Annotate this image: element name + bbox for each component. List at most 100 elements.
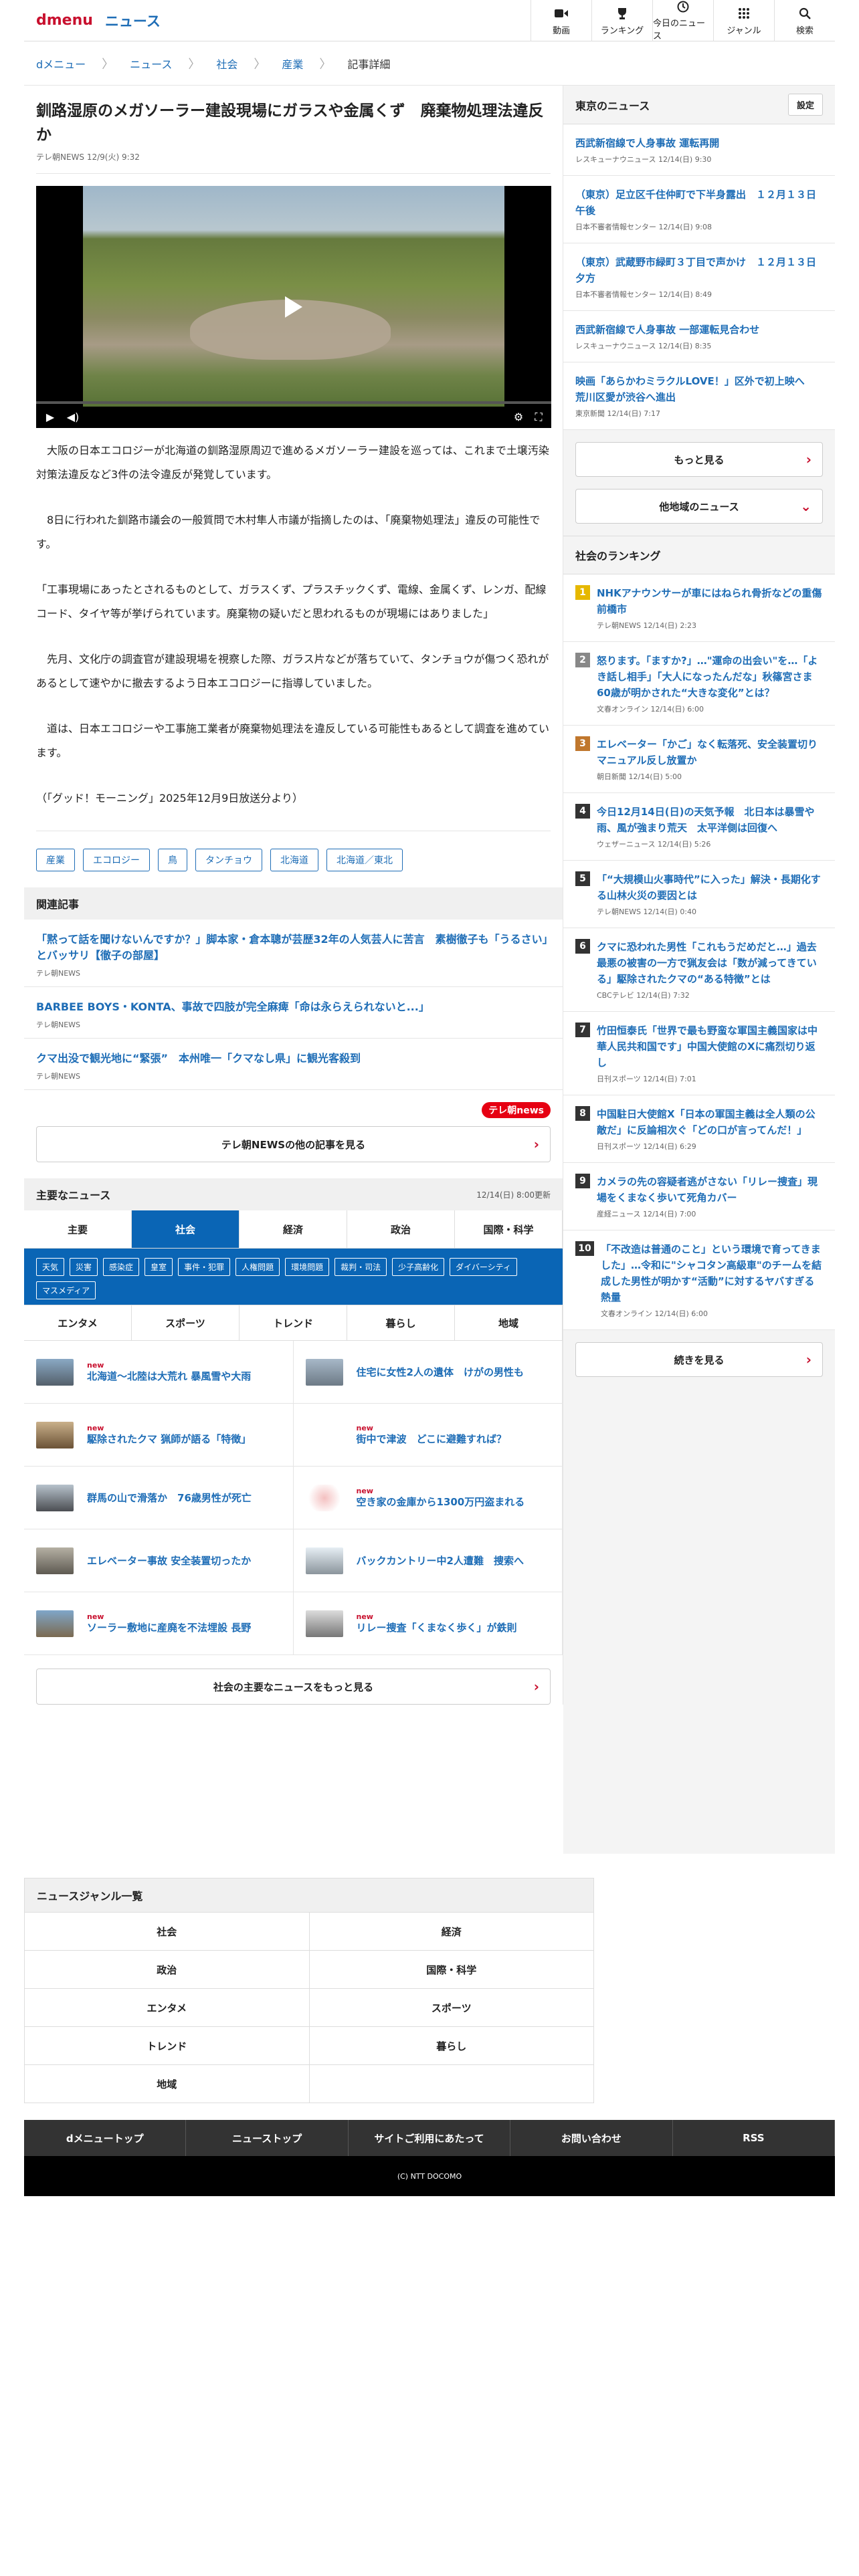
ranking-more-button[interactable]: 続きを見る ›	[575, 1342, 823, 1377]
other-region-button[interactable]: 他地域のニュース ⌄	[575, 489, 823, 524]
play-small-icon[interactable]: ▶	[43, 411, 58, 424]
breadcrumb-dmenu[interactable]: dメニュー	[36, 56, 86, 72]
play-icon[interactable]	[285, 296, 302, 318]
genre-entertainment[interactable]: エンタメ	[25, 1989, 310, 2027]
tag[interactable]: エコロジー	[83, 849, 150, 871]
news-item[interactable]: 住宅に女性2人の遺体 けがの男性も	[293, 1341, 563, 1404]
settings-icon[interactable]: ⚙	[511, 411, 526, 424]
breadcrumb-society[interactable]: 社会	[216, 56, 237, 72]
tab-international[interactable]: 国際・科学	[455, 1210, 563, 1248]
subtag[interactable]: ダイバーシティ	[450, 1258, 517, 1276]
news-title: 街中で津波 どこに避難すれば？	[356, 1433, 507, 1445]
tab-economy[interactable]: 経済	[240, 1210, 347, 1248]
related-item[interactable]: 「黙って話を聞けないんですか？」脚本家・倉本聰が芸歴32年の人気芸人に苦言 素樹…	[24, 920, 563, 987]
subtag[interactable]: 皇室	[145, 1258, 173, 1276]
genre-sports[interactable]: スポーツ	[309, 1989, 594, 2027]
footer-rss[interactable]: RSS	[673, 2120, 836, 2156]
news-item[interactable]: new 駆除されたクマ 猟師が語る「特徴」	[24, 1404, 294, 1467]
tag[interactable]: 北海道	[270, 849, 318, 871]
news-item[interactable]: 群馬の山で滑落か 76歳男性が死亡	[24, 1467, 294, 1529]
tab-trend[interactable]: トレンド	[240, 1305, 347, 1340]
nav-genre[interactable]: ジャンル	[713, 0, 774, 41]
breadcrumb-industry[interactable]: 産業	[282, 56, 303, 72]
news-item[interactable]: new 街中で津波 どこに避難すれば？	[293, 1404, 563, 1467]
video-player[interactable]: ▶ ◀) ⚙ ⛶	[36, 186, 551, 428]
fullscreen-icon[interactable]: ⛶	[531, 411, 546, 424]
genre-life[interactable]: 暮らし	[309, 2027, 594, 2065]
tokyo-news-item[interactable]: 西武新宿線で人身事故 一部運転見合わせ レスキューナウニュース 12/14(日) …	[563, 311, 835, 362]
subtag[interactable]: 事件・犯罪	[178, 1258, 231, 1276]
tab-politics[interactable]: 政治	[347, 1210, 455, 1248]
subtag[interactable]: 少子高齢化	[392, 1258, 445, 1276]
news-item[interactable]: new 空き家の金庫から1300万円盗まれる	[293, 1467, 563, 1529]
ranking-item[interactable]: 3 エレベーター「かご」なく転落死、安全装置切りマニュアル反し放置か 朝日新聞 12…	[563, 726, 835, 793]
ranking-item[interactable]: 8 中国駐日大使館X「日本の軍国主義は全人類の公敵だ」に反論相次ぐ「どの口が言って…	[563, 1095, 835, 1163]
ranking-item[interactable]: 2 怒ります。「ますか?」…"運命の出会い"を…「よき話し相手」「大人になったんだ…	[563, 642, 835, 726]
news-item[interactable]: エレベーター事故 安全装置切ったか	[24, 1529, 294, 1592]
nav-ranking[interactable]: ランキング	[591, 0, 652, 41]
footer-news-top[interactable]: ニューストップ	[186, 2120, 349, 2156]
tab-local[interactable]: 地域	[455, 1305, 563, 1340]
news-item[interactable]: new ソーラー敷地に産廃を不法埋設 長野	[24, 1592, 294, 1655]
footer-terms[interactable]: サイトご利用にあたって	[349, 2120, 511, 2156]
tag[interactable]: 北海道／東北	[326, 849, 403, 871]
tokyo-news-item[interactable]: （東京）武蔵野市緑町３丁目で声かけ １２月１３日夕方 日本不審者情報センター 12…	[563, 243, 835, 311]
dmenu-logo[interactable]: d menu ニュース	[36, 11, 161, 31]
ranking-item[interactable]: 9 カメラの先の容疑者逃がさない「リレー捜査」現場をくまなく歩いて死角カバー 産経ニ…	[563, 1163, 835, 1230]
ranking-item[interactable]: 7 竹田恒泰氏「世界で最も野蛮な軍国主義国家は中華人民共和国です」中国大使館のXに…	[563, 1012, 835, 1095]
ranking-item[interactable]: 1 NHKアナウンサーが車にはねられ骨折などの重傷 前橋市 テレ朝NEWS 12/1…	[563, 574, 835, 642]
genre-local[interactable]: 地域	[25, 2065, 310, 2103]
news-source: レスキューナウニュース 12/14(日) 9:30	[575, 155, 712, 164]
footer-dmenu-top[interactable]: dメニュートップ	[24, 2120, 187, 2156]
genre-politics[interactable]: 政治	[25, 1951, 310, 1989]
more-society-button[interactable]: 社会の主要なニュースをもっと見る ›	[36, 1669, 551, 1705]
genre-trend[interactable]: トレンド	[25, 2027, 310, 2065]
tab-society[interactable]: 社会	[132, 1210, 240, 1248]
volume-icon[interactable]: ◀)	[66, 411, 80, 424]
tab-life[interactable]: 暮らし	[347, 1305, 455, 1340]
breadcrumb: dメニュー〉 ニュース〉 社会〉 産業〉 記事詳細	[24, 41, 835, 86]
nav-today[interactable]: 今日のニュース	[652, 0, 713, 41]
nav-search[interactable]: 検索	[774, 0, 835, 41]
tag[interactable]: 産業	[36, 849, 75, 871]
tag[interactable]: タンチョウ	[195, 849, 262, 871]
ranking-title: 社会のランキング	[575, 550, 661, 562]
subtag[interactable]: マスメディア	[36, 1281, 96, 1299]
subtag[interactable]: 災害	[70, 1258, 98, 1276]
tag[interactable]: 鳥	[158, 849, 187, 871]
subtag[interactable]: 人権問題	[235, 1258, 280, 1276]
ranking-item[interactable]: 4 今日12月14日(日)の天気予報 北日本は暴雪や雨、風が強まり荒天 太平洋側は…	[563, 793, 835, 861]
subtag[interactable]: 裁判・司法	[335, 1258, 387, 1276]
news-item[interactable]: new 北海道～北陸は大荒れ 暴風雪や大雨	[24, 1341, 294, 1404]
tab-entertainment[interactable]: エンタメ	[24, 1305, 132, 1340]
tab-sports[interactable]: スポーツ	[132, 1305, 240, 1340]
news-item[interactable]: バックカントリー中2人遭難 捜索へ	[293, 1529, 563, 1592]
breadcrumb-news[interactable]: ニュース	[130, 56, 172, 72]
genre-society[interactable]: 社会	[25, 1913, 310, 1951]
ranking-item[interactable]: 10 「不改造は普通のこと」という環境で育ってきました」…令和に"シャコタン高級車…	[563, 1230, 835, 1330]
tab-main[interactable]: 主要	[24, 1210, 132, 1248]
tokyo-news-item[interactable]: 西武新宿線で人身事故 運転再開 レスキューナウニュース 12/14(日) 9:30	[563, 124, 835, 176]
genre-economy[interactable]: 経済	[309, 1913, 594, 1951]
genre-international[interactable]: 国際・科学	[309, 1951, 594, 1989]
tokyo-news-item[interactable]: 映画「あらかわミラクルLOVE！」区外で初上映へ 荒川区愛が渋谷へ進出 東京新聞 …	[563, 362, 835, 430]
ranking-title: クマに恐われた男性「これもうだめだと…」過去最悪の被害の一方で猟友会は「数が減っ…	[597, 941, 817, 985]
more-button[interactable]: もっと見る ›	[575, 442, 823, 477]
ranking-source: テレ朝NEWS 12/14(日) 2:23	[597, 621, 697, 630]
related-item[interactable]: BARBEE BOYS・KONTA、事故で四肢が完全麻痺「命は永らえられないと.…	[24, 987, 563, 1039]
footer-contact[interactable]: お問い合わせ	[510, 2120, 673, 2156]
subtag[interactable]: 感染症	[103, 1258, 140, 1276]
tokyo-news-item[interactable]: （東京）足立区千住仲町で下半身露出 １２月１３日午後 日本不審者情報センター 12…	[563, 176, 835, 243]
more-tvasahi-button[interactable]: テレ朝NEWSの他の記事を見る ›	[36, 1126, 551, 1162]
related-item[interactable]: クマ出没で観光地に“緊張” 本州唯一「クマなし県」に観光客殺到 テレ朝NEWS	[24, 1039, 563, 1090]
nav-video[interactable]: 動画	[531, 0, 591, 41]
ranking-item[interactable]: 6 クマに恐われた男性「これもうだめだと…」過去最悪の被害の一方で猟友会は「数が減…	[563, 928, 835, 1012]
settings-button[interactable]: 設定	[787, 94, 823, 116]
subcategory-tags: 天気 災害 感染症 皇室 事件・犯罪 人権問題 環境問題 裁判・司法 少子高齢化…	[24, 1249, 563, 1305]
video-progress-bar[interactable]	[36, 401, 551, 404]
subtag[interactable]: 環境問題	[285, 1258, 330, 1276]
news-item[interactable]: new リレー捜査「くまなく歩く」が鉄則	[293, 1592, 563, 1655]
ranking-item[interactable]: 5 「“大規模山火事時代”に入った」解決・長期化する山林火災の要因とは テレ朝NEW…	[563, 861, 835, 928]
major-title: 主要なニュース	[36, 1189, 111, 1202]
subtag[interactable]: 天気	[36, 1258, 65, 1276]
